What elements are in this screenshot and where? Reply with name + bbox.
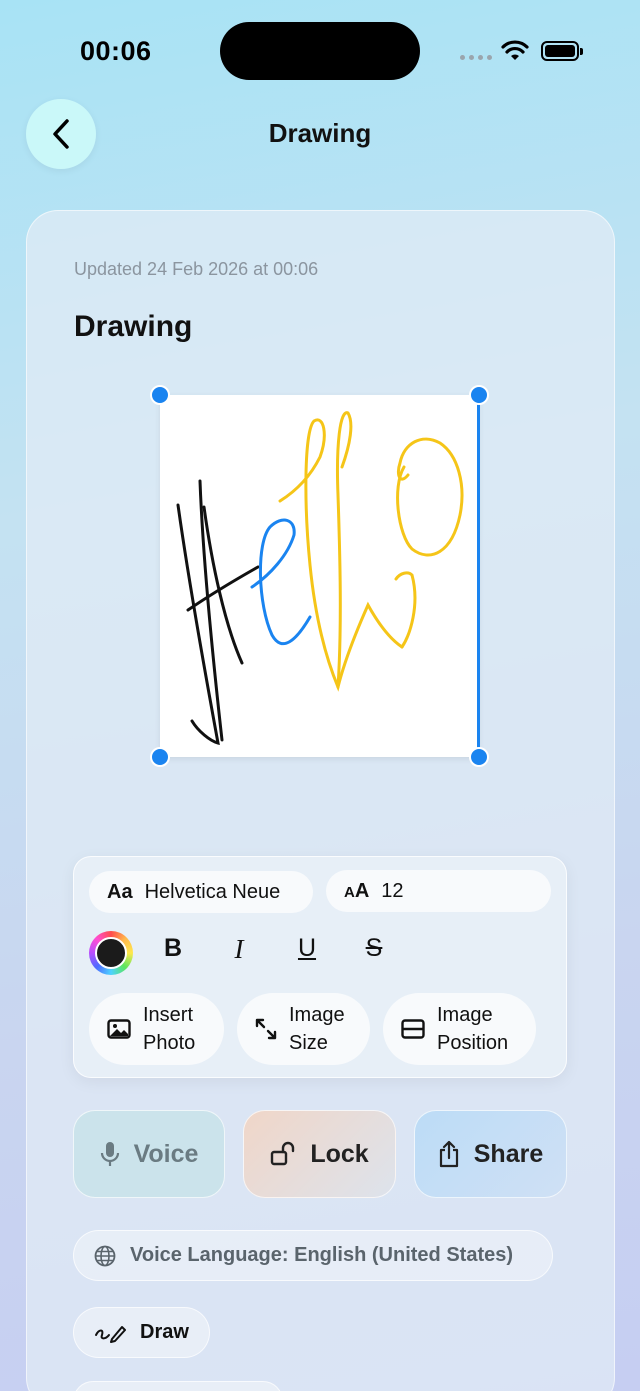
updated-timestamp: Updated 24 Feb 2026 at 00:06 [74,259,319,279]
lock-button[interactable]: Lock [243,1110,396,1198]
resize-edge[interactable] [477,395,480,757]
lock-label: Lock [310,1139,369,1168]
resize-icon [255,1018,277,1040]
position-icon [401,1019,425,1039]
voice-label: Voice [133,1139,199,1168]
globe-icon [94,1245,116,1267]
insert-photo-label: Insert Photo [143,1004,196,1054]
note-title[interactable]: Drawing [74,310,192,344]
unlock-icon [270,1141,296,1167]
status-bar: 00:06 [0,0,640,100]
resize-handle-top-left[interactable] [150,385,170,405]
drawing-image[interactable] [160,395,479,757]
photo-icon [107,1019,131,1039]
strikethrough-button[interactable]: S [354,934,394,963]
wifi-icon [501,40,529,67]
font-size-value: 12 [381,879,404,902]
share-icon [438,1140,460,1168]
nav-title: Drawing [268,118,372,148]
italic-button[interactable]: I [219,934,259,965]
resize-handle-bottom-left[interactable] [150,747,170,767]
image-size-button[interactable]: Image Size [237,993,370,1065]
bold-button[interactable]: B [153,934,193,963]
voice-button[interactable]: Voice [73,1110,225,1198]
underline-button[interactable]: U [287,934,327,963]
partial-button[interactable] [73,1381,283,1391]
font-size-picker[interactable]: AA 12 [326,870,551,912]
resize-handle-bottom-right[interactable] [469,747,489,767]
share-label: Share [473,1139,544,1168]
font-icon: Aa [107,880,133,903]
image-position-button[interactable]: Image Position [383,993,536,1065]
pen-icon [94,1323,126,1343]
handwriting-drawing [176,411,464,746]
font-name: Helvetica Neue [144,880,281,903]
signal-icon [460,55,492,60]
current-color-swatch [95,937,127,969]
font-size-icon: AA [344,879,370,902]
image-size-label: Image Size [289,1004,345,1054]
image-position-label: Image Position [437,1004,509,1054]
microphone-icon [100,1141,120,1167]
status-time: 00:06 [80,36,152,66]
insert-photo-button[interactable]: Insert Photo [89,993,224,1065]
color-picker-button[interactable] [89,931,133,975]
note-card [26,210,615,1391]
draw-button[interactable]: Draw [73,1307,210,1358]
draw-label: Draw [140,1321,189,1343]
voice-language-label: Voice Language: English (United States) [130,1244,514,1266]
resize-handle-top-right[interactable] [469,385,489,405]
voice-language-button[interactable]: Voice Language: English (United States) [73,1230,553,1281]
dynamic-island [220,22,420,80]
share-button[interactable]: Share [414,1110,567,1198]
battery-icon [541,41,583,61]
font-picker[interactable]: Aa Helvetica Neue [89,871,313,913]
